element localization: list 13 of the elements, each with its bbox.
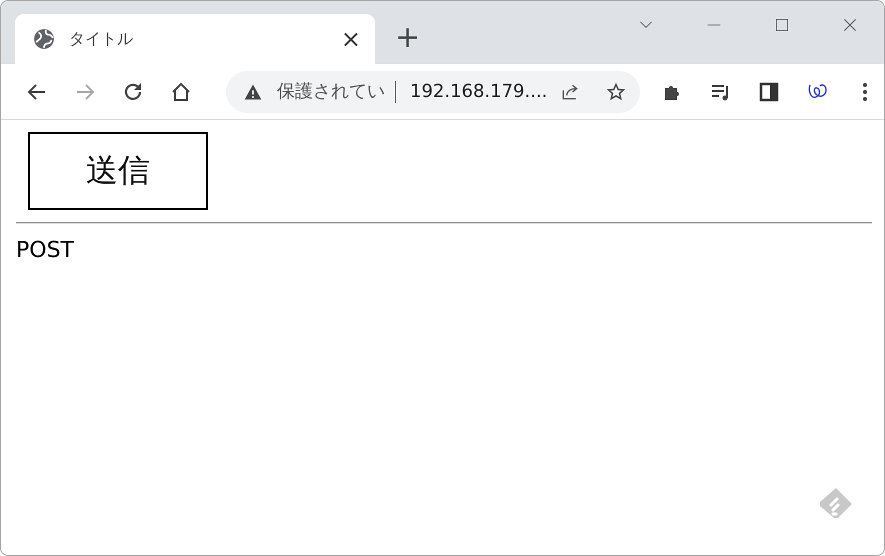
browser-tab[interactable]: タイトル × (15, 14, 375, 64)
output-text: POST (16, 238, 75, 263)
star-icon[interactable] (606, 82, 626, 102)
address-bar[interactable]: 保護されてい 192.168.179.... (226, 70, 640, 112)
submit-button[interactable]: 送信 (28, 132, 208, 210)
tab-title: タイトル (69, 28, 134, 50)
maximize-icon[interactable] (774, 17, 790, 33)
globe-icon (33, 28, 55, 50)
close-tab-button[interactable]: × (340, 27, 361, 51)
url-text: 192.168.179.... (410, 81, 548, 102)
new-tab-button[interactable]: + (395, 23, 420, 53)
close-icon[interactable] (842, 17, 858, 33)
security-label[interactable]: 保護されてい (277, 80, 396, 102)
